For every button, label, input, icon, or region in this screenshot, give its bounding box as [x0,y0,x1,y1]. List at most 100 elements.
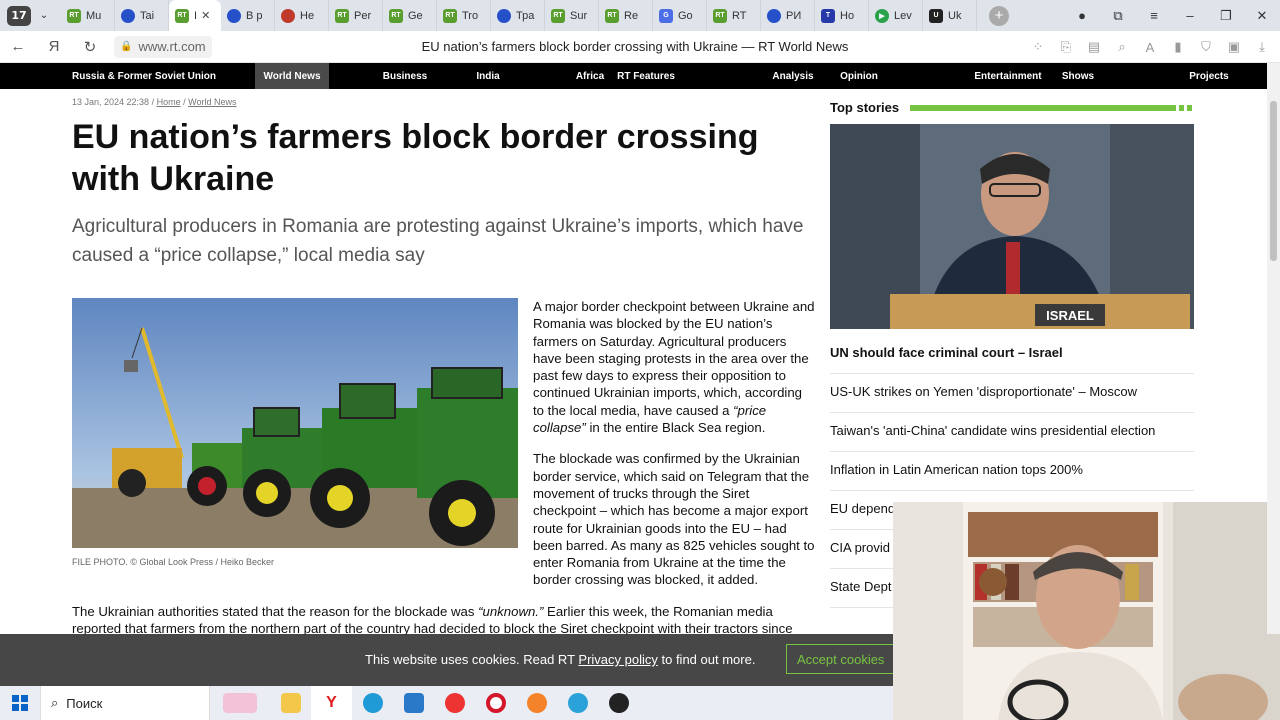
rt-icon: RT [605,8,619,23]
page-title: EU nation’s farmers block border crossin… [421,39,849,54]
browser-tab[interactable]: RT Sur [545,0,599,31]
nav-item[interactable]: Projects [1145,63,1273,89]
download-icon[interactable]: ⤓ [1252,37,1272,57]
browser-tab[interactable]: RT Tro [437,0,491,31]
tab-label: В р [246,9,263,22]
privacy-policy-link[interactable]: Privacy policy [578,652,657,667]
nav-item[interactable]: RT Features [615,63,677,89]
top-story-image[interactable]: ISRAEL [830,124,1194,329]
accept-cookies-button[interactable]: Accept cookies [786,644,906,674]
chevron-down-icon[interactable]: ⌄ [35,10,53,21]
opera-icon[interactable] [475,686,516,720]
edge-icon[interactable] [352,686,393,720]
sidebar-icon[interactable]: ▣ [1224,37,1244,57]
menu-icon[interactable]: ≡ [1136,8,1172,23]
back-icon[interactable]: ← [0,38,36,55]
telegram-icon[interactable] [557,686,598,720]
browser-tab[interactable]: RT Mu [61,0,115,31]
top-story-item[interactable]: Taiwan's 'anti-China' candidate wins pre… [830,413,1194,452]
yandex-icon[interactable]: Я [36,38,72,55]
breadcrumb-home[interactable]: Home [157,97,181,107]
globe-icon [121,8,135,23]
swan-image-icon[interactable] [210,686,270,720]
t-icon: T [821,8,835,23]
top-story-item[interactable]: UN should face criminal court – Israel [830,335,1194,374]
yandex-browser-icon[interactable]: Y [311,686,352,720]
windows-start-button[interactable] [0,695,40,711]
browser-tab[interactable]: RT I ✕ [169,0,221,31]
nav-item[interactable]: Opinion [830,63,888,89]
tab-label: Per [354,9,372,22]
top-story-item[interactable]: US-UK strikes on Yemen 'disproportionate… [830,374,1194,413]
nav-item[interactable]: World News [255,63,329,89]
paragraph-2: The blockade was confirmed by the Ukrain… [533,451,815,588]
close-tab-icon[interactable]: ✕ [201,9,210,22]
firefox-icon[interactable] [516,686,557,720]
search-icon[interactable]: ⌕ [1112,37,1132,57]
translate-icon[interactable]: A [1140,37,1160,57]
top-stories-title: Top stories [830,100,900,115]
browser-tab[interactable]: RT RT [707,0,761,31]
minimize-button[interactable]: – [1172,8,1208,23]
url-field[interactable]: 🔒 www.rt.com [114,35,212,58]
extensions-icon[interactable]: ⁘ [1028,37,1048,57]
nav-item[interactable]: Business [329,63,481,89]
close-window-button[interactable]: ✕ [1244,8,1280,24]
browser-tab[interactable]: Tai [115,0,169,31]
reload-icon[interactable]: ↻ [72,38,108,56]
profile-icon[interactable]: ● [1064,8,1100,23]
browser-tab[interactable]: В р [221,0,275,31]
maximize-button[interactable]: ❐ [1208,8,1244,24]
red-circle-icon [281,8,295,23]
bookmark-icon[interactable]: ▮ [1168,37,1188,57]
file-explorer-icon[interactable] [270,686,311,720]
browser-tab[interactable]: РИ [761,0,815,31]
tab-label: He [300,9,315,22]
uk-icon: U [929,8,943,23]
browser-tab[interactable]: U Uk [923,0,977,31]
browser-tab[interactable]: T Но [815,0,869,31]
scrollbar-thumb[interactable] [1270,101,1277,261]
nav-item[interactable]: Shows [1050,63,1106,89]
browser-tab[interactable]: RT Ge [383,0,437,31]
browser-tab[interactable]: He [275,0,329,31]
article-subheadline: Agricultural producers in Romania are pr… [72,216,804,266]
webcam-overlay [893,502,1280,720]
browser-tab[interactable]: RT Re [599,0,653,31]
browser-tab[interactable]: ▶ Lev [869,0,923,31]
rt-icon: RT [713,8,727,23]
tab-label: Ge [408,9,423,22]
tab-label: Mu [86,9,102,22]
url-text: www.rt.com [138,39,206,54]
shield-icon[interactable]: ⛉ [1196,37,1216,57]
nav-item[interactable]: Russia & Former Soviet Union [60,63,228,89]
obs-icon[interactable] [598,686,639,720]
share-icon[interactable]: ⎘ [1056,37,1076,57]
collections-icon[interactable]: ⧉ [1100,8,1136,24]
nav-item[interactable]: India [473,63,503,89]
cookie-text: This website uses cookies. Read RT Priva… [365,652,756,667]
translate-icon: G [659,8,673,23]
reader-icon[interactable]: ▤ [1084,37,1104,57]
top-story-item[interactable]: Inflation in Latin American nation tops … [830,452,1194,491]
mail-icon[interactable] [393,686,434,720]
tab-count-badge[interactable]: 17 [7,5,31,26]
browser-tab[interactable]: RT Per [329,0,383,31]
windows-taskbar: ⌕ Поиск Y [0,686,893,720]
browser-tab[interactable]: Тра [491,0,545,31]
new-tab-button[interactable]: + [989,5,1009,26]
tab-label: Re [624,9,639,22]
tab-label: Tro [462,9,479,22]
rt-icon: RT [67,8,81,23]
taskbar-search[interactable]: ⌕ Поиск [40,686,210,720]
lock-icon: 🔒 [120,41,133,52]
yandex-icon[interactable] [434,686,475,720]
browser-tab[interactable]: G Go [653,0,707,31]
nameplate-label: ISRAEL [1046,308,1094,323]
site-navigation: Russia & Former Soviet Union World News Bu… [0,63,1267,89]
tab-label: Sur [570,9,588,22]
article-photo-tractors [72,298,518,548]
breadcrumb-section[interactable]: World News [188,97,236,107]
page-scrollbar[interactable] [1267,63,1280,634]
photo-caption: FILE PHOTO. © Global Look Press / Heiko … [72,557,275,567]
